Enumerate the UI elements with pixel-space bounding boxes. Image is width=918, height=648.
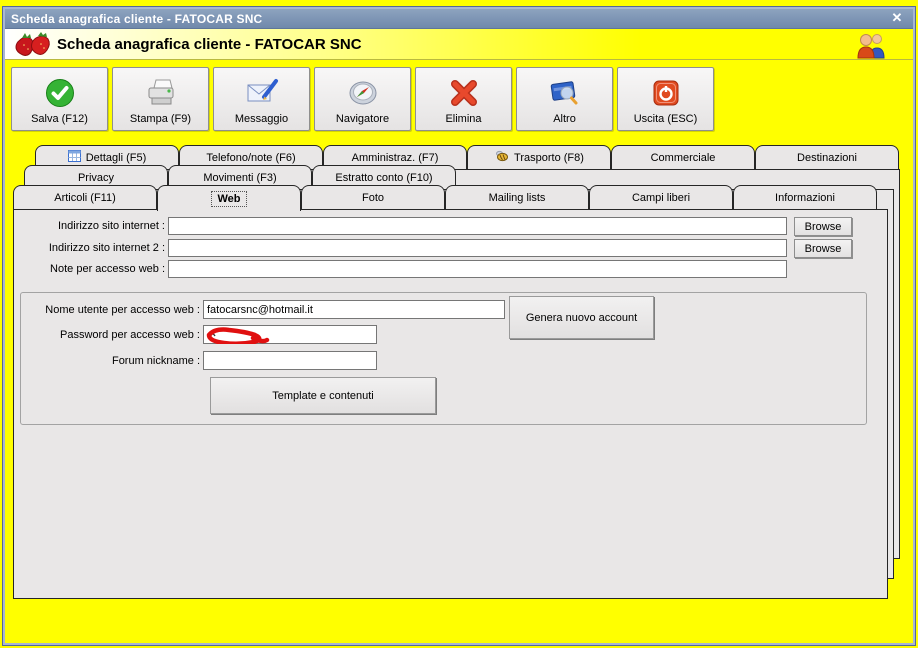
bee-icon (494, 150, 509, 165)
tab-foto[interactable]: Foto (301, 185, 445, 209)
save-label: Salva (F12) (31, 113, 88, 125)
more-label: Altro (553, 113, 576, 125)
print-label: Stampa (F9) (129, 113, 192, 125)
tab-label: Privacy (77, 171, 115, 184)
forum-nickname-label: Forum nickname : (111, 355, 200, 367)
tab-commerciale[interactable]: Commerciale (611, 145, 755, 169)
tab-mailing-lists[interactable]: Mailing lists (445, 185, 589, 209)
page-title: Scheda anagrafica cliente - FATOCAR SNC (57, 35, 362, 53)
generate-account-button[interactable]: Genera nuovo account (509, 296, 654, 339)
exit-button[interactable]: Uscita (ESC) (617, 67, 714, 131)
header-divider (5, 59, 913, 60)
save-button[interactable]: Salva (F12) (11, 67, 108, 131)
save-check-icon (44, 75, 76, 111)
browse-site2-button[interactable]: Browse (794, 239, 852, 258)
tab-label: Trasporto (F8) (514, 151, 584, 164)
tab-label: Amministraz. (F7) (351, 151, 439, 164)
delete-label: Elimina (445, 113, 482, 125)
navigator-label: Navigatore (335, 113, 390, 125)
web-password-input[interactable] (203, 325, 377, 344)
close-icon[interactable]: ✕ (889, 10, 905, 26)
table-icon (67, 150, 81, 165)
tab-trasporto[interactable]: Trasporto (F8) (467, 145, 611, 169)
users-icon[interactable] (856, 31, 888, 64)
navigator-button[interactable]: Navigatore (314, 67, 411, 131)
site2-label: Indirizzo sito internet 2 : (48, 242, 165, 254)
tab-label: Informazioni (775, 191, 835, 204)
site1-input[interactable] (168, 217, 787, 235)
tab-destinazioni[interactable]: Destinazioni (755, 145, 899, 169)
tab-label: Campi liberi (631, 191, 691, 204)
strawberries-icon (13, 30, 55, 65)
book-magnifier-icon (548, 75, 582, 111)
printer-icon (144, 75, 178, 111)
message-button[interactable]: Messaggio (213, 67, 310, 131)
web-password-label: Password per accesso web : (59, 329, 200, 341)
window-title: Scheda anagrafica cliente - FATOCAR SNC (11, 11, 263, 26)
tab-label: Movimenti (F3) (203, 171, 277, 184)
tab-label: Web (211, 190, 247, 207)
forum-nickname-input[interactable] (203, 351, 377, 370)
title-bar: Scheda anagrafica cliente - FATOCAR SNC … (5, 9, 913, 29)
web-note-label: Note per accesso web : (50, 263, 165, 275)
exit-label: Uscita (ESC) (633, 113, 698, 125)
red-x-icon (448, 75, 480, 111)
tab-label: Articoli (F11) (54, 191, 116, 204)
web-note-input[interactable] (168, 260, 787, 278)
site2-input[interactable] (168, 239, 787, 257)
tab-label: Estratto conto (F10) (335, 171, 433, 184)
web-username-label: Nome utente per accesso web : (45, 304, 200, 316)
tab-label: Mailing lists (488, 191, 546, 204)
more-button[interactable]: Altro (516, 67, 613, 131)
browse-site1-button[interactable]: Browse (794, 217, 852, 236)
web-username-input[interactable] (203, 300, 505, 319)
tab-campi-liberi[interactable]: Campi liberi (589, 185, 733, 209)
header-band: Scheda anagrafica cliente - FATOCAR SNC (5, 29, 913, 59)
compass-icon (346, 75, 380, 111)
tab-label: Telefono/note (F6) (206, 151, 296, 164)
tab-label: Commerciale (650, 151, 716, 164)
print-button[interactable]: Stampa (F9) (112, 67, 209, 131)
delete-button[interactable]: Elimina (415, 67, 512, 131)
app-canvas: Scheda anagrafica cliente - FATOCAR SNC … (0, 0, 918, 648)
tab-web-selected[interactable]: Web (157, 185, 301, 211)
tab-label: Dettagli (F5) (85, 151, 147, 164)
tab-articoli[interactable]: Articoli (F11) (13, 185, 157, 209)
site1-label: Indirizzo sito internet : (58, 220, 165, 232)
tab-label: Foto (361, 191, 384, 204)
power-icon (651, 75, 681, 111)
template-content-button[interactable]: Template e contenuti (210, 377, 436, 414)
mail-pen-icon (245, 75, 279, 111)
tab-informazioni[interactable]: Informazioni (733, 185, 877, 209)
message-label: Messaggio (234, 113, 289, 125)
tab-label: Destinazioni (797, 151, 857, 164)
